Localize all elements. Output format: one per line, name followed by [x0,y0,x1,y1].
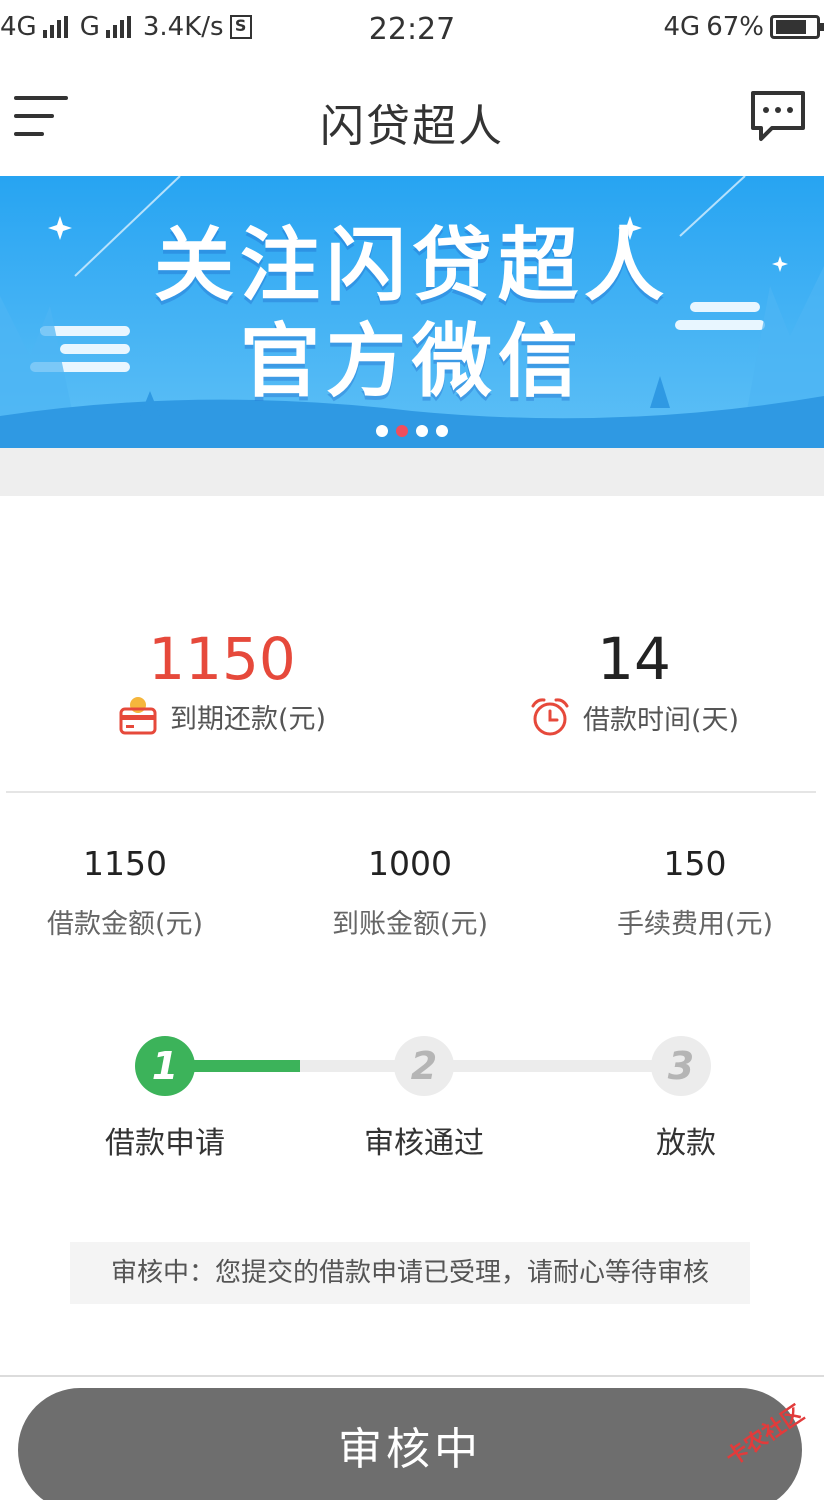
chat-icon[interactable] [750,90,806,142]
days-label-row: 借款时间(天) [504,696,764,738]
days-summary: 14 借款时间(天) [504,626,764,738]
pagination-dot[interactable] [376,425,388,437]
detail-value: 1000 [368,844,452,883]
step-3-label: 放款 [656,1126,716,1161]
repay-label: 到期还款(元) [169,703,327,735]
detail-label: 借款金额(元) [46,909,204,940]
detail-fee: 150 手续费用(元) [565,842,824,941]
pagination-dot-active[interactable] [396,425,408,437]
review-status-button[interactable]: 审核中 [18,1388,802,1500]
nav-bar: 闪贷超人 [0,58,824,176]
detail-received-amount: 1000 到账金额(元) [280,842,540,941]
detail-loan-amount: 1150 借款金额(元) [0,842,255,941]
status-right: 4G 67% [663,12,824,42]
detail-label: 到账金额(元) [331,909,489,940]
status-bar: 4G G 3.4K/s S 22:27 4G 67% [0,0,824,58]
days-label: 借款时间(天) [582,704,740,736]
repay-amount: 1150 [148,625,296,693]
banner-pagination [0,422,824,441]
step-1-label: 借款申请 [105,1126,225,1161]
status-notice: 审核中：您提交的借款申请已受理，请耐心等待审核 [70,1242,750,1304]
detail-value: 150 [663,844,727,883]
wallet-icon [119,697,157,735]
progress-track-pending [300,1060,680,1072]
alarm-clock-icon [531,698,569,736]
repay-label-row: 到期还款(元) [92,696,352,736]
bottom-divider [0,1375,824,1377]
page-title: 闪贷超人 [320,101,504,152]
section-separator [0,448,824,496]
banner-title: 关注闪贷超人 官方微信 [0,218,824,410]
pagination-dot[interactable] [416,425,428,437]
promo-banner[interactable]: 关注闪贷超人 官方微信 [0,176,824,448]
banner-line-2: 官方微信 [240,315,584,408]
banner-line-1: 关注闪贷超人 [154,219,670,312]
battery-percent: 67% [706,12,764,42]
detail-label: 手续费用(元) [616,909,774,940]
detail-value: 1150 [83,844,167,883]
battery-icon [770,15,824,39]
step-1-circle: 1 [135,1036,195,1096]
repay-summary: 1150 到期还款(元) [92,626,352,736]
step-2-circle: 2 [394,1036,454,1096]
divider [6,791,816,793]
loan-days: 14 [597,625,671,693]
pagination-dot[interactable] [436,425,448,437]
network-type-right: 4G [663,12,701,42]
step-2-label: 审核通过 [364,1126,484,1161]
step-3-circle: 3 [651,1036,711,1096]
